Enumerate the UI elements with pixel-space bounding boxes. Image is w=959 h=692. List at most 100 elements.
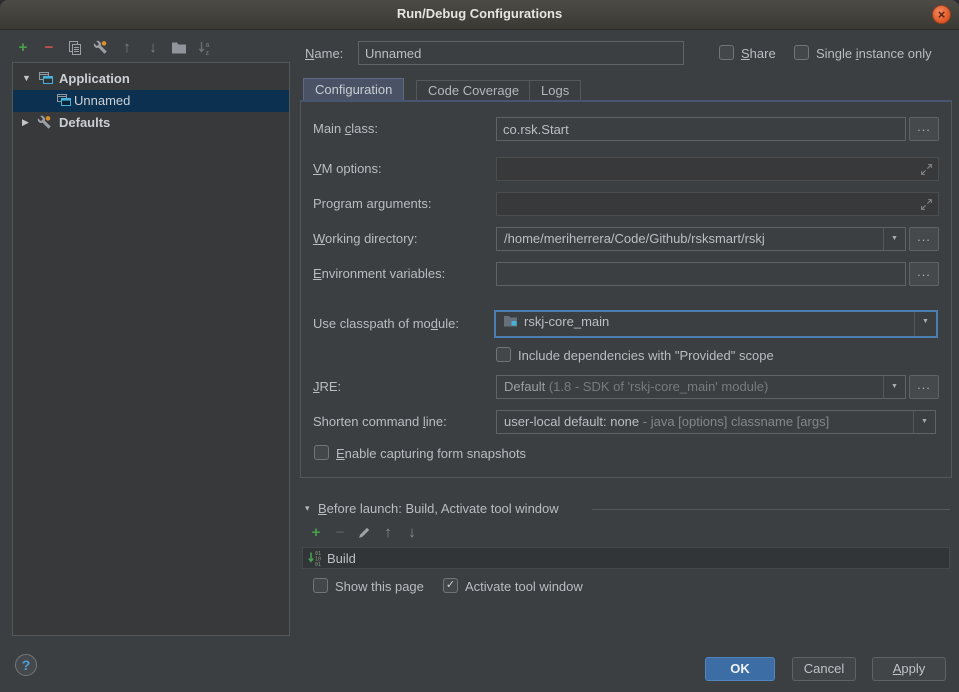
environment-variables-label: Environment variables:	[313, 266, 445, 281]
section-collapse-icon[interactable]: ▾	[305, 503, 310, 514]
close-button[interactable]: ×	[932, 5, 951, 24]
run-debug-configurations-dialog: Run/Debug Configurations × + − ↑ ↓ a z	[0, 0, 959, 692]
main-class-browse-button[interactable]: ...	[909, 117, 939, 141]
section-separator	[592, 509, 950, 510]
new-folder-button[interactable]	[170, 41, 188, 59]
folder-icon	[171, 41, 187, 54]
add-icon: +	[19, 39, 28, 56]
tree-item-label: Unnamed	[74, 93, 130, 108]
activate-tool-window-checkbox[interactable]: ✓	[443, 578, 458, 593]
tab-logs[interactable]: Logs	[529, 80, 581, 101]
name-input[interactable]	[358, 41, 684, 65]
tree-item-unnamed[interactable]: Unnamed	[13, 90, 289, 112]
window-title: Run/Debug Configurations	[0, 6, 959, 21]
configuration-panel: Main class: ... VM options: Program argu…	[300, 100, 952, 478]
jre-browse-button[interactable]: ...	[909, 375, 939, 399]
include-provided-label[interactable]: Include dependencies with "Provided" sco…	[518, 348, 774, 363]
remove-icon: −	[45, 39, 54, 56]
environment-variables-browse-button[interactable]: ...	[909, 262, 939, 286]
jre-label: JRE:	[313, 379, 341, 394]
program-arguments-label: Program arguments:	[313, 196, 432, 211]
titlebar[interactable]: Run/Debug Configurations ×	[0, 0, 959, 30]
chevron-down-icon[interactable]: ▼	[883, 228, 905, 250]
help-button[interactable]: ?	[15, 654, 37, 676]
before-launch-edit-button[interactable]	[355, 526, 373, 544]
vm-options-input[interactable]	[496, 157, 939, 181]
environment-variables-input[interactable]	[496, 262, 906, 286]
show-this-page-checkbox[interactable]	[313, 578, 328, 593]
before-launch-move-down-button[interactable]: ↓	[403, 524, 421, 542]
working-directory-combo[interactable]: /home/meriherrera/Code/Github/rsksmart/r…	[496, 227, 906, 251]
chevron-down-icon[interactable]: ▼	[913, 411, 935, 433]
tree-item-application[interactable]: ▼ Application	[13, 68, 289, 90]
expand-field-icon[interactable]	[920, 198, 933, 214]
single-instance-label[interactable]: Single instance only	[816, 46, 932, 61]
copy-configuration-button[interactable]	[66, 40, 84, 58]
include-provided-checkbox[interactable]	[496, 347, 511, 362]
jre-combo[interactable]: Default (1.8 - SDK of 'rskj-core_main' m…	[496, 375, 906, 399]
name-label: Name:	[305, 46, 343, 61]
jre-value-detail: (1.8 - SDK of 'rskj-core_main' module)	[549, 379, 769, 394]
add-button[interactable]: +	[14, 39, 32, 57]
ok-button[interactable]: OK	[705, 657, 775, 681]
shorten-command-line-combo[interactable]: user-local default: none - java [options…	[496, 410, 936, 434]
close-icon: ×	[938, 7, 946, 22]
arrow-up-icon: ↑	[384, 524, 392, 541]
tree-expanded-icon[interactable]: ▼	[22, 73, 31, 83]
before-launch-move-up-button[interactable]: ↑	[379, 524, 397, 542]
pencil-icon	[357, 526, 371, 540]
svg-text:a: a	[206, 42, 210, 49]
single-instance-checkbox[interactable]	[794, 45, 809, 60]
vm-options-label: VM options:	[313, 161, 382, 176]
task-label: Build	[327, 551, 356, 566]
before-launch-remove-button[interactable]: −	[331, 524, 349, 542]
expand-field-icon[interactable]	[920, 163, 933, 179]
main-class-input[interactable]	[496, 117, 906, 141]
sort-alphabetically-button[interactable]: a z	[196, 40, 214, 58]
show-this-page-label[interactable]: Show this page	[335, 579, 424, 594]
remove-button[interactable]: −	[40, 39, 58, 57]
shorten-value-detail: - java [options] classname [args]	[643, 414, 829, 429]
share-checkbox[interactable]	[719, 45, 734, 60]
classpath-module-value: rskj-core_main	[524, 314, 609, 329]
move-down-button[interactable]: ↓	[144, 39, 162, 57]
arrow-down-icon: ↓	[408, 524, 416, 541]
sort-az-icon: a z	[197, 40, 213, 56]
program-arguments-input[interactable]	[496, 192, 939, 216]
before-launch-add-button[interactable]: +	[307, 524, 325, 542]
chevron-down-icon[interactable]: ▼	[883, 376, 905, 398]
working-directory-label: Working directory:	[313, 231, 418, 246]
build-icon: 01 10 01	[307, 550, 324, 570]
tree-item-defaults[interactable]: ▶ Defaults	[13, 112, 289, 134]
apply-button[interactable]: Apply	[872, 657, 946, 681]
before-launch-task-build[interactable]: 01 10 01 Build	[302, 547, 950, 569]
tree-collapsed-icon[interactable]: ▶	[22, 117, 29, 128]
cancel-button[interactable]: Cancel	[792, 657, 856, 681]
shorten-command-line-label: Shorten command line:	[313, 414, 447, 429]
defaults-wrench-icon	[37, 115, 53, 134]
classpath-module-combo[interactable]: rskj-core_main ▼	[494, 310, 938, 338]
tree-item-label: Application	[59, 71, 130, 86]
tab-configuration[interactable]: Configuration	[303, 78, 404, 101]
edit-defaults-button[interactable]	[92, 40, 110, 58]
jre-value: Default	[504, 379, 545, 394]
classpath-module-label: Use classpath of module:	[313, 316, 459, 331]
tab-code-coverage[interactable]: Code Coverage	[416, 80, 531, 101]
check-icon: ✓	[446, 579, 455, 591]
copy-icon	[67, 40, 83, 56]
application-icon	[56, 93, 72, 110]
add-icon: +	[312, 524, 321, 541]
configurations-tree: ▼ Application Unnamed	[12, 62, 290, 636]
module-icon	[503, 313, 518, 333]
help-icon: ?	[22, 657, 31, 673]
activate-tool-window-label[interactable]: Activate tool window	[465, 579, 583, 594]
capture-snapshots-label[interactable]: Enable capturing form snapshots	[336, 446, 526, 461]
svg-text:01: 01	[315, 562, 321, 567]
before-launch-header[interactable]: Before launch: Build, Activate tool wind…	[318, 501, 559, 516]
working-directory-browse-button[interactable]: ...	[909, 227, 939, 251]
remove-icon: −	[336, 524, 345, 541]
capture-snapshots-checkbox[interactable]	[314, 445, 329, 460]
share-label[interactable]: Share	[741, 46, 776, 61]
move-up-button[interactable]: ↑	[118, 39, 136, 57]
chevron-down-icon[interactable]: ▼	[914, 312, 936, 336]
